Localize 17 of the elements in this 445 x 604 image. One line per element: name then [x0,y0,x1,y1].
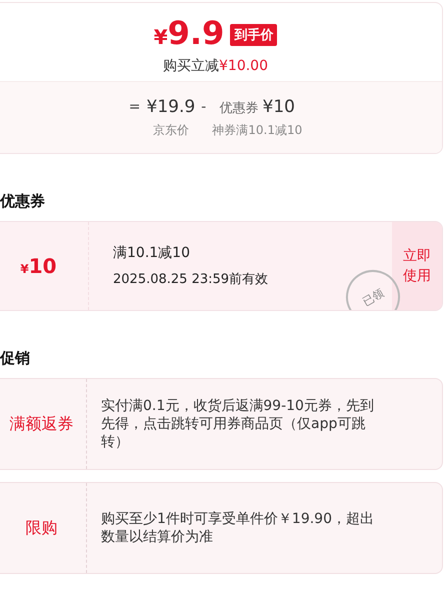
original-price-label: 京东价 [152,122,189,139]
discount-text: 购买立减¥10.00 [163,57,268,75]
coupon-amount: ¥10 [20,254,57,278]
coupon-validity: 2025.08.25 23:59前有效 [113,271,270,288]
minus-sign: - [201,98,206,117]
equals-sign: = [128,98,140,117]
use-now-button[interactable]: 立即使用 [392,222,442,310]
coupon-note: 神券满10.1减10 [212,122,302,139]
promotion-tag: 满额返券 [2,414,74,434]
coupon-discount: 优惠券 ¥10 [220,96,295,118]
promotion-tag: 限购 [18,518,58,538]
original-price: ¥19.9 [146,96,196,118]
coupon-condition: 满10.1减10 [113,244,191,262]
promotion-text: 购买至少1件时可享受单件价￥19.90，超出数量以结算价为准 [100,510,375,547]
price-badge: 到手价 [230,24,278,46]
promotion-text: 实付满0.1元，收货后返满99-10元券，先到先得，点击跳转可用券商品页（仅app可跳转） [100,397,375,452]
final-price: ¥9.9 [154,15,224,54]
